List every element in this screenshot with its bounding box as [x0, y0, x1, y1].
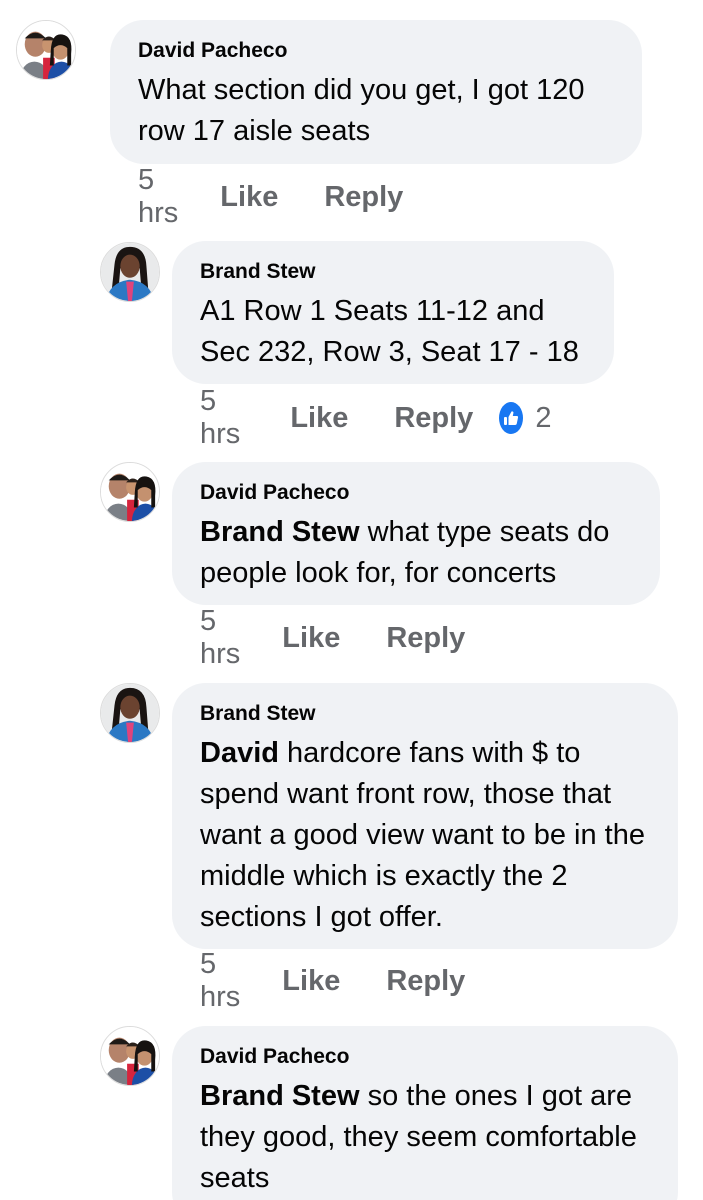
comment-timestamp[interactable]: 5 hrs — [200, 948, 240, 1014]
mention-link[interactable]: Brand Stew — [200, 516, 360, 548]
comment-bubble: Brand Stew David hardcore fans with $ to… — [172, 683, 678, 949]
comment-bubble: David Pacheco Brand Stew what type seats… — [172, 462, 660, 605]
comment-text: A1 Row 1 Seats 11-12 and Sec 232, Row 3,… — [200, 291, 586, 373]
profile-photo-icon — [101, 463, 159, 521]
comment-bubble: David Pacheco What section did you get, … — [110, 20, 642, 164]
reply-button[interactable]: Reply — [386, 965, 465, 998]
like-button[interactable]: Like — [282, 965, 340, 998]
reaction-count[interactable]: 2 — [535, 402, 551, 435]
comment-timestamp[interactable]: 5 hrs — [200, 385, 248, 451]
comment-timestamp[interactable]: 5 hrs — [138, 164, 178, 230]
comment-text: Brand Stew what type seats do people loo… — [200, 512, 632, 594]
comment-author[interactable]: Brand Stew — [200, 259, 586, 285]
profile-photo-icon — [101, 1027, 159, 1085]
like-button[interactable]: Like — [220, 181, 278, 214]
reply-button[interactable]: Reply — [324, 181, 403, 214]
comment-text: David hardcore fans with $ to spend want… — [200, 733, 650, 938]
comment-author[interactable]: David Pacheco — [200, 480, 632, 506]
like-button[interactable]: Like — [290, 402, 348, 435]
thumbs-up-glyph — [504, 411, 519, 425]
comment-text: Brand Stew so the ones I got are they go… — [200, 1076, 650, 1199]
reply-button[interactable]: Reply — [386, 622, 465, 655]
avatar[interactable] — [100, 1026, 160, 1086]
mention-link[interactable]: Brand Stew — [200, 1080, 360, 1112]
avatar[interactable] — [100, 683, 160, 743]
thumbs-up-icon[interactable] — [499, 402, 524, 434]
comment-thread: David Pacheco What section did you get, … — [0, 0, 703, 1200]
comment-actions: 5 hrs Like Reply — [138, 164, 429, 229]
avatar[interactable] — [16, 20, 76, 80]
reply-button[interactable]: Reply — [394, 402, 473, 435]
avatar[interactable] — [100, 462, 160, 522]
comment-timestamp[interactable]: 5 hrs — [200, 605, 240, 671]
comment-author[interactable]: David Pacheco — [138, 38, 614, 64]
comment-body: A1 Row 1 Seats 11-12 and Sec 232, Row 3,… — [200, 295, 579, 368]
like-button[interactable]: Like — [282, 622, 340, 655]
comment-bubble: David Pacheco Brand Stew so the ones I g… — [172, 1026, 678, 1200]
comment-text: What section did you get, I got 120 row … — [138, 70, 614, 152]
comment-body: What section did you get, I got 120 row … — [138, 74, 585, 147]
mention-link[interactable]: David — [200, 737, 279, 769]
comment-actions: 5 hrs Like Reply — [200, 948, 491, 1013]
profile-photo-icon — [101, 684, 159, 742]
comment-actions: 5 hrs Like Reply — [200, 605, 491, 670]
comment-author[interactable]: David Pacheco — [200, 1044, 650, 1070]
comment-author[interactable]: Brand Stew — [200, 701, 650, 727]
comment-bubble: Brand Stew A1 Row 1 Seats 11-12 and Sec … — [172, 241, 614, 384]
profile-photo-icon — [17, 21, 75, 79]
avatar[interactable] — [100, 242, 160, 302]
profile-photo-icon — [101, 243, 159, 301]
comment-actions: 5 hrs Like Reply 2 — [200, 385, 551, 450]
